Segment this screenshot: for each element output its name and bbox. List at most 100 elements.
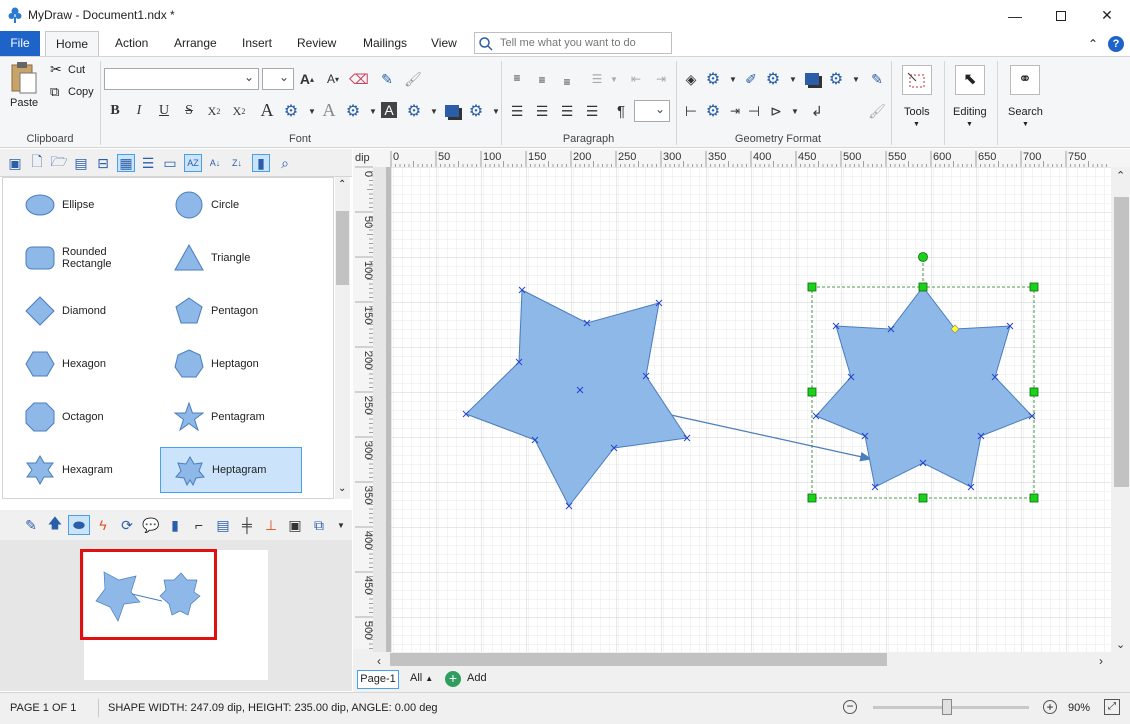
- line-brush-icon[interactable]: ✐: [742, 70, 760, 88]
- eyedropper-icon[interactable]: ✎: [378, 70, 396, 88]
- scroll-up-icon[interactable]: ⌃: [1116, 170, 1125, 182]
- divider-tool-icon[interactable]: ╪: [238, 516, 256, 534]
- tab-review[interactable]: Review: [289, 31, 344, 56]
- help-icon[interactable]: ?: [1108, 36, 1124, 52]
- shape-item-ellipse[interactable]: Ellipse: [11, 182, 153, 228]
- begin-arrow-gear-icon[interactable]: ⚙: [704, 102, 722, 120]
- fill-gear-icon[interactable]: ⚙: [704, 70, 722, 88]
- library-save-icon[interactable]: ▤: [72, 154, 90, 172]
- connector-icon[interactable]: ⌐: [190, 516, 208, 534]
- search-button[interactable]: Search: [1008, 106, 1043, 118]
- subscript-icon[interactable]: X2: [205, 102, 223, 120]
- grow-font-icon[interactable]: A ▴: [298, 70, 316, 88]
- align-left-icon[interactable]: ☰: [508, 102, 526, 120]
- open-library-icon[interactable]: 🗁: [50, 153, 68, 172]
- save-library-icon[interactable]: ▣: [6, 154, 24, 172]
- decrease-indent-icon[interactable]: ⇤: [627, 70, 645, 88]
- end-arrow-icon[interactable]: ⇥: [726, 102, 744, 120]
- minimize-button[interactable]: —: [992, 0, 1038, 31]
- justify-icon[interactable]: ☰: [583, 102, 601, 120]
- shapes-tab-icon[interactable]: ⬬: [68, 515, 90, 535]
- align-middle-icon[interactable]: ≡: [533, 71, 551, 89]
- overview-thumbnail[interactable]: [80, 549, 218, 641]
- dropdown-arrow-icon[interactable]: ▼: [303, 102, 321, 120]
- all-pages-dropdown[interactable]: All ▲: [410, 672, 433, 684]
- tab-arrange[interactable]: Arrange: [166, 31, 225, 56]
- refresh-icon[interactable]: ⟳: [118, 516, 136, 534]
- resize-handle[interactable]: [1029, 493, 1039, 503]
- geometry-format-painter-icon[interactable]: 🖌: [868, 102, 886, 120]
- book-icon[interactable]: ▮: [166, 516, 184, 534]
- dropdown-arrow-icon[interactable]: ▼: [966, 121, 973, 128]
- shape-item-heptagram[interactable]: Heptagram: [160, 447, 302, 493]
- shadow-icon[interactable]: [443, 102, 461, 120]
- resize-handle[interactable]: [1029, 282, 1039, 292]
- cut-button[interactable]: Cut: [68, 64, 85, 76]
- clear-format-icon[interactable]: ⌫: [349, 70, 369, 88]
- text-style-icon[interactable]: A: [258, 100, 276, 120]
- dropdown-arrow-icon[interactable]: ▼: [784, 70, 802, 88]
- shape-item-circle[interactable]: Circle: [160, 182, 302, 228]
- italic-icon[interactable]: I: [130, 102, 148, 120]
- icon-view-icon[interactable]: ▦: [117, 154, 135, 172]
- connector-play-icon[interactable]: ⊳: [767, 102, 785, 120]
- zoom-in-icon[interactable]: +: [1043, 700, 1057, 714]
- paste-button[interactable]: Paste: [10, 97, 38, 109]
- shape-item-hexagon[interactable]: Hexagon: [11, 341, 153, 387]
- dropdown-arrow-icon[interactable]: ▼: [425, 102, 443, 120]
- scroll-down-icon[interactable]: ⌄: [1116, 639, 1125, 651]
- shape-item-heptagon[interactable]: Heptagon: [160, 341, 302, 387]
- sort-az-icon[interactable]: AZ: [184, 154, 202, 172]
- callout-icon[interactable]: 💬: [142, 516, 160, 534]
- align-bottom-icon[interactable]: ≡: [558, 73, 576, 91]
- bullets-icon[interactable]: ☰: [588, 70, 606, 88]
- scroll-right-icon[interactable]: ›: [1099, 654, 1103, 668]
- tab-action[interactable]: Action: [107, 31, 156, 56]
- details-view-icon[interactable]: ▭: [161, 154, 179, 172]
- lightning-icon[interactable]: ϟ: [94, 516, 112, 534]
- shape-item-diamond[interactable]: Diamond: [11, 288, 153, 334]
- pages-icon[interactable]: ⧉: [310, 516, 328, 534]
- text-shadow-gear-icon[interactable]: ⚙: [405, 102, 423, 120]
- superscript-icon[interactable]: X2: [230, 102, 248, 120]
- shape-item-hexagram[interactable]: Hexagram: [11, 447, 153, 493]
- add-page-button[interactable]: Add: [467, 672, 487, 684]
- tab-mailings[interactable]: Mailings: [355, 31, 415, 56]
- geometry-shadow-icon[interactable]: [803, 70, 821, 88]
- new-library-icon[interactable]: 🗋: [28, 153, 46, 172]
- resize-handle[interactable]: [807, 387, 817, 397]
- shape-item-pentagon[interactable]: Pentagon: [160, 288, 302, 334]
- copy-button[interactable]: Copy: [68, 86, 94, 98]
- shadow-gear-icon[interactable]: ⚙: [467, 102, 485, 120]
- list-view-icon[interactable]: ☰: [139, 154, 157, 172]
- tab-insert[interactable]: Insert: [234, 31, 280, 56]
- begin-arrow-icon[interactable]: ⊢: [682, 102, 700, 120]
- dropdown-arrow-icon[interactable]: ▼: [724, 70, 742, 88]
- map-icon[interactable]: ▤: [214, 516, 232, 534]
- paragraph-mark-icon[interactable]: ¶: [612, 102, 630, 120]
- fit-to-window-icon[interactable]: ⤢: [1104, 699, 1120, 715]
- dropdown-arrow-icon[interactable]: ▼: [605, 70, 623, 88]
- library-book-icon[interactable]: ▮: [252, 154, 270, 172]
- add-page-icon[interactable]: +: [445, 671, 461, 687]
- dropdown-arrow-icon[interactable]: ▼: [332, 516, 350, 534]
- strikethrough-icon[interactable]: S: [180, 102, 198, 120]
- zoom-slider[interactable]: [873, 699, 1029, 715]
- bold-icon[interactable]: B: [106, 102, 124, 120]
- find-shape-icon[interactable]: ⌕: [276, 154, 294, 172]
- id-card-icon[interactable]: ▣: [286, 516, 304, 534]
- scroll-left-icon[interactable]: ‹: [377, 654, 381, 668]
- resize-handle[interactable]: [1029, 387, 1039, 397]
- dropdown-arrow-icon[interactable]: ▼: [786, 102, 804, 120]
- arrow-up-icon[interactable]: 🡅: [46, 515, 64, 534]
- rotation-handle[interactable]: [918, 252, 928, 262]
- library-delete-icon[interactable]: ⊟: [94, 154, 112, 172]
- font-name-combo[interactable]: [104, 68, 259, 90]
- shape-item-octagon[interactable]: Octagon: [11, 394, 153, 440]
- text-outline-icon[interactable]: A: [320, 100, 338, 120]
- canvas-vertical-scroll-thumb[interactable]: [1114, 197, 1129, 487]
- underline-icon[interactable]: U: [155, 102, 173, 120]
- tab-view[interactable]: View: [423, 31, 465, 56]
- dropdown-arrow-icon[interactable]: ▼: [1022, 121, 1029, 128]
- text-fill-gear-icon[interactable]: ⚙: [282, 102, 300, 120]
